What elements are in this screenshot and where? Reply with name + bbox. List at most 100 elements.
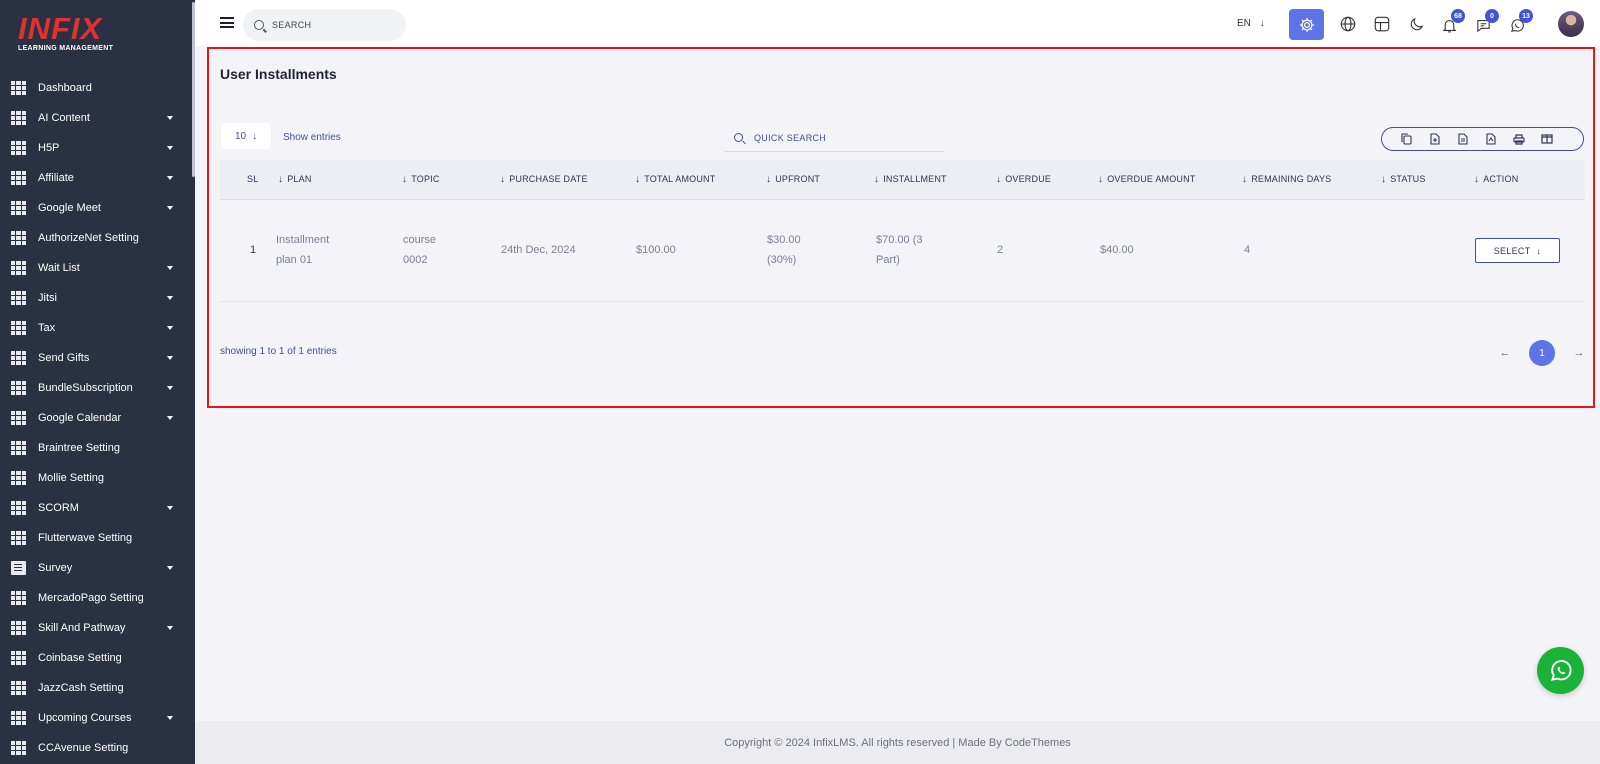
globe-icon[interactable] <box>1337 13 1359 35</box>
sidebar-item-label: Mollie Setting <box>38 472 105 484</box>
next-page-button[interactable]: → <box>1569 343 1589 363</box>
sidebar-item-flutterwave-setting[interactable]: Flutterwave Setting <box>0 523 192 553</box>
copy-button[interactable] <box>1398 131 1415 148</box>
sidebar-item-bundlesubscription[interactable]: BundleSubscription <box>0 373 192 403</box>
sidebar-item-ai-content[interactable]: AI Content <box>0 103 192 133</box>
previous-page-button[interactable]: ← <box>1495 343 1515 363</box>
sidebar-item-label: MercadoPago Setting <box>38 592 144 604</box>
sidebar-item-google-meet[interactable]: Google Meet <box>0 193 192 223</box>
column-header-installment[interactable]: ↓ INSTALLMENT <box>874 174 947 185</box>
whatsapp-chat-button[interactable] <box>1537 647 1584 694</box>
language-selector[interactable]: EN ↓ <box>1237 18 1265 29</box>
grid-icon <box>11 411 26 425</box>
sidebar-item-label: Google Meet <box>38 202 101 214</box>
entries-per-page-select[interactable]: 10 ↓ <box>221 123 271 149</box>
sidebar-item-affiliate[interactable]: Affiliate <box>0 163 192 193</box>
grid-icon <box>11 111 26 125</box>
layout-icon[interactable] <box>1371 13 1393 35</box>
cell-purchase-date: 24th Dec, 2024 <box>501 244 576 256</box>
sidebar-item-label: Wait List <box>38 262 80 274</box>
excel-button[interactable] <box>1454 131 1471 148</box>
settings-button[interactable] <box>1289 9 1324 40</box>
sidebar-item-skill-and-pathway[interactable]: Skill And Pathway <box>0 613 192 643</box>
grid-icon <box>11 741 26 755</box>
sidebar-item-mercadopago-setting[interactable]: MercadoPago Setting <box>0 583 192 613</box>
notifications-button[interactable]: 68 <box>1433 6 1467 40</box>
cell-total-amount: $100.00 <box>636 244 676 256</box>
sidebar-item-dashboard[interactable]: Dashboard <box>0 73 192 103</box>
menu-toggle-icon[interactable] <box>220 17 234 28</box>
sort-arrow-icon: ↓ <box>1474 174 1480 185</box>
grid-icon <box>11 651 26 665</box>
arrow-left-icon: ← <box>1499 347 1511 359</box>
grid-icon <box>11 471 26 485</box>
column-header-upfront[interactable]: ↓ UPFRONT <box>766 174 820 185</box>
user-avatar[interactable] <box>1558 11 1584 37</box>
action-select-button[interactable]: SELECT ↓ <box>1475 238 1560 263</box>
sidebar-item-upcoming-courses[interactable]: Upcoming Courses <box>0 703 192 733</box>
sidebar-item-h5p[interactable]: H5P <box>0 133 192 163</box>
column-header-action[interactable]: ↓ ACTION <box>1474 174 1518 185</box>
grid-icon <box>11 621 26 635</box>
sidebar-item-label: Skill And Pathway <box>38 622 126 634</box>
cell-upfront: $30.00 (30%) <box>767 234 801 266</box>
search-input[interactable] <box>272 20 392 30</box>
grid-icon <box>11 201 26 215</box>
column-header-sl[interactable]: SL <box>247 174 258 184</box>
pdf-button[interactable] <box>1482 131 1499 148</box>
column-header-remaining-days[interactable]: ↓ REMAINING DAYS <box>1242 174 1331 185</box>
quick-search[interactable]: QUICK SEARCH <box>724 124 944 152</box>
whatsapp-icon <box>1550 659 1571 681</box>
table-row: 1 Installment plan 01 course 0002 24th Dec… <box>220 200 1585 302</box>
column-header-plan[interactable]: ↓ PLAN <box>278 174 312 185</box>
cell-sl: 1 <box>250 244 257 256</box>
sidebar-item-mollie-setting[interactable]: Mollie Setting <box>0 463 192 493</box>
sort-arrow-icon: ↓ <box>1381 174 1387 185</box>
sidebar-item-survey[interactable]: Survey <box>0 553 192 583</box>
column-header-total-amount[interactable]: ↓ TOTAL AMOUNT <box>635 174 715 185</box>
installments-table: SL ↓ PLAN ↓ TOPIC ↓ PURCHASE DATE ↓ TOTAL AM… <box>220 160 1585 302</box>
sidebar-item-label: Tax <box>38 322 56 334</box>
csv-button[interactable] <box>1426 131 1443 148</box>
print-button[interactable] <box>1510 131 1527 148</box>
sidebar-item-coinbase-setting[interactable]: Coinbase Setting <box>0 643 192 673</box>
caret-down-icon <box>167 176 173 180</box>
column-header-overdue-amount[interactable]: ↓ OVERDUE AMOUNT <box>1098 174 1196 185</box>
sidebar-item-google-calendar[interactable]: Google Calendar <box>0 403 192 433</box>
sort-arrow-icon: ↓ <box>766 174 772 185</box>
chat-button[interactable]: 13 <box>1501 6 1535 40</box>
grid-icon <box>11 501 26 515</box>
brand-logo[interactable]: INFIX LEARNING MANAGEMENT <box>18 13 168 58</box>
columns-button[interactable] <box>1538 131 1555 148</box>
dark-mode-icon[interactable] <box>1405 13 1427 35</box>
cell-topic: course 0002 <box>403 234 437 266</box>
sidebar-item-send-gifts[interactable]: Send Gifts <box>0 343 192 373</box>
page-title: User Installments <box>220 66 337 82</box>
sidebar-item-wait-list[interactable]: Wait List <box>0 253 192 283</box>
column-header-purchase-date[interactable]: ↓ PURCHASE DATE <box>500 174 588 185</box>
sidebar-item-ccavenue-setting[interactable]: CCAvenue Setting <box>0 733 192 763</box>
pdf-icon <box>1485 133 1496 145</box>
sidebar-item-jazzcash-setting[interactable]: JazzCash Setting <box>0 673 192 703</box>
sidebar-item-authorizenet-setting[interactable]: AuthorizeNet Setting <box>0 223 192 253</box>
sidebar-item-scorm[interactable]: SCORM <box>0 493 192 523</box>
sidebar-item-jitsi[interactable]: Jitsi <box>0 283 192 313</box>
global-search[interactable] <box>243 9 406 41</box>
column-header-topic[interactable]: ↓ TOPIC <box>402 174 440 185</box>
language-label: EN <box>1237 18 1251 29</box>
column-header-status[interactable]: ↓ STATUS <box>1381 174 1426 185</box>
sidebar-nav: Dashboard AI Content H5P Affiliate Google Me… <box>0 73 192 763</box>
grid-icon <box>11 591 26 605</box>
sort-arrow-icon: ↓ <box>1098 174 1104 185</box>
sidebar: INFIX LEARNING MANAGEMENT Dashboard AI Co… <box>0 0 195 764</box>
page-number-button[interactable]: 1 <box>1529 340 1555 366</box>
column-header-overdue[interactable]: ↓ OVERDUE <box>996 174 1051 185</box>
sidebar-item-label: JazzCash Setting <box>38 682 124 694</box>
caret-down-icon <box>167 146 173 150</box>
sidebar-item-braintree-setting[interactable]: Braintree Setting <box>0 433 192 463</box>
caret-down-icon <box>167 566 173 570</box>
sidebar-item-tax[interactable]: Tax <box>0 313 192 343</box>
messages-button[interactable]: 0 <box>1467 6 1501 40</box>
sidebar-item-label: SCORM <box>38 502 79 514</box>
caret-down-icon <box>167 716 173 720</box>
